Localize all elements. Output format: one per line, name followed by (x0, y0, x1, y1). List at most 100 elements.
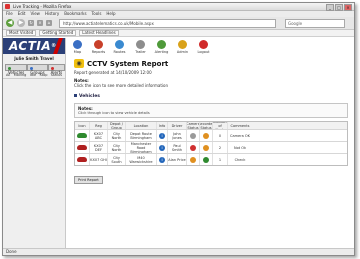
car-icon (77, 145, 87, 150)
bookmark-item[interactable]: Latest Headlines (79, 30, 119, 36)
forward-button[interactable]: ▶ (17, 19, 25, 27)
logout-tool[interactable]: Logout (196, 40, 211, 54)
main-panel: Map Reports Routes Trailer Alerting Admi… (66, 38, 354, 249)
vehicle-icon-cell (75, 142, 90, 153)
vehicle-icon-cell (75, 130, 90, 141)
info-cell: i (157, 130, 168, 141)
reports-icon (94, 40, 103, 49)
groups-button[interactable]: Groups (27, 64, 48, 75)
sidebar-tab-all[interactable]: All (6, 73, 10, 77)
search-input[interactable]: Google (285, 18, 345, 28)
menu-edit[interactable]: Edit (18, 11, 26, 17)
alerting-tool[interactable]: Alerting (154, 40, 169, 54)
back-button[interactable]: ◀ (6, 19, 14, 27)
recorder-cell (200, 154, 213, 165)
menu-tools[interactable]: Tools (92, 11, 102, 17)
reg-cell: KX07 ABC (90, 130, 108, 141)
sidebar-tab-idle[interactable]: Idle (30, 73, 36, 77)
logout-icon (199, 40, 208, 49)
col-header: Recorder Status (200, 122, 213, 129)
alerts-button[interactable]: Alerts (47, 64, 66, 75)
col-header: Icon (75, 122, 90, 129)
vehicles-button[interactable]: Vehicles (5, 64, 28, 75)
recorder-status-icon (203, 132, 209, 139)
sidebar-title: Julie Smith Travel (14, 56, 54, 61)
firefox-icon (5, 4, 10, 9)
browser-window: Live Tracking - Mozilla Firefox _ □ × Fi… (2, 2, 355, 256)
trailer-icon (136, 40, 145, 49)
camera-status-icon (190, 132, 196, 139)
app-toolbar: Map Reports Routes Trailer Alerting Admi… (66, 38, 354, 54)
close-button[interactable]: × (344, 4, 352, 11)
camera-status-icon (190, 156, 196, 163)
comments-cell: Check (234, 157, 246, 162)
report-generated: Report generated at 14/10/2009 12:00 (74, 70, 152, 75)
col-header: Location (126, 122, 157, 129)
location-cell: M40 Warwickshire (126, 154, 157, 165)
vehicle-icon-cell (75, 154, 90, 165)
camera-status-icon (190, 144, 196, 151)
navigation-toolbar: ◀ ▶ ↻ × ⌂ http://www.actiatelematics.co.… (3, 17, 354, 30)
location-cell: Depot Route Birmingham (126, 130, 157, 141)
table-row[interactable]: KX07 GHI City South M40 Warwickshire i A… (75, 154, 347, 165)
trailer-tool[interactable]: Trailer (133, 40, 148, 54)
admin-tool[interactable]: Admin (175, 40, 190, 54)
car-icon (77, 157, 87, 162)
page-content: ACTIA® Julie Smith Travel Vehicles Group… (3, 38, 354, 249)
group-cell: City North (108, 130, 126, 141)
bookmark-item[interactable]: Most Visited (6, 30, 37, 36)
recorder-status-icon (203, 144, 209, 151)
cctv-camera-icon: ◉ (74, 59, 84, 68)
alerts-cell: 0 (213, 130, 228, 141)
routes-icon (115, 40, 124, 49)
comments-cell: Camera OK (230, 133, 250, 138)
maximize-button[interactable]: □ (335, 4, 343, 11)
vehicle-table: Icon Reg Depot / Group Location Info Dri… (74, 121, 348, 166)
info-cell: i (157, 154, 168, 165)
routes-tool[interactable]: Routes (112, 40, 127, 54)
bookmark-item[interactable]: Getting Started (39, 30, 77, 36)
window-title: Live Tracking - Mozilla Firefox (13, 4, 72, 9)
sidebar-tab-stop[interactable]: Stop (39, 73, 47, 77)
menu-history[interactable]: History (45, 11, 59, 17)
sidebar-tab-status[interactable]: Status (51, 73, 62, 77)
section-bullet-icon (74, 94, 77, 97)
minimize-button[interactable]: _ (326, 4, 334, 11)
driver-cell: Paul Smith (168, 142, 187, 153)
location-cell: Manchester Road Birmingham (126, 142, 157, 153)
bookmarks-bar: Most Visited Getting Started Latest Head… (3, 30, 354, 37)
reports-tool[interactable]: Reports (91, 40, 106, 54)
alerts-cell: 2 (213, 142, 228, 153)
info-icon[interactable]: i (159, 156, 165, 163)
notes-text: Click the icon to see more detailed info… (74, 83, 168, 88)
menu-view[interactable]: View (30, 11, 40, 17)
driver-cell: John Jones (168, 130, 187, 141)
print-report-button[interactable]: Print Report (74, 176, 103, 184)
reload-icon[interactable]: ↻ (28, 20, 34, 26)
url-field[interactable]: http://www.actiatelematics.co.uk/Mobile.… (59, 18, 276, 28)
info-icon[interactable]: i (159, 132, 165, 139)
col-header: Reg (90, 122, 108, 129)
menu-bookmarks[interactable]: Bookmarks (64, 11, 86, 17)
group-cell: City North (108, 142, 126, 153)
menu-help[interactable]: Help (106, 11, 115, 17)
col-header: Depot / Group (108, 122, 126, 129)
vehicles-heading: Vehicles (79, 94, 100, 99)
info-icon[interactable]: i (159, 144, 165, 151)
camera-cell (187, 154, 200, 165)
camera-cell (187, 130, 200, 141)
reg-cell: KX07 DEF (90, 142, 108, 153)
table-row[interactable]: KX07 ABC City North Depot Route Birmingh… (75, 130, 347, 142)
home-icon[interactable]: ⌂ (46, 20, 52, 26)
recorder-cell (200, 130, 213, 141)
sidebar-buttons: Vehicles Groups Alerts (3, 63, 66, 75)
map-tool[interactable]: Map (70, 40, 85, 54)
stop-icon[interactable]: × (37, 20, 43, 26)
reg-cell: KX07 GHI (90, 154, 108, 165)
alerting-icon (157, 40, 166, 49)
table-row[interactable]: KX07 DEF City North Manchester Road Birm… (75, 142, 347, 154)
sidebar-tab-moving[interactable]: Moving (14, 73, 27, 77)
menu-file[interactable]: File (6, 11, 13, 17)
admin-icon (178, 40, 187, 49)
col-header: Camera Status (187, 122, 200, 129)
